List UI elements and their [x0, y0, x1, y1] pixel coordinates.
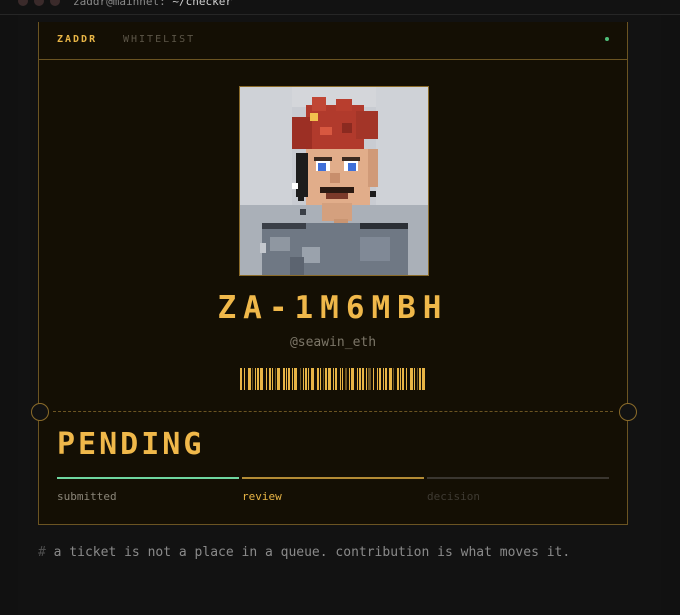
status-dot-icon [605, 37, 609, 41]
perforation-hole-right [619, 403, 637, 421]
step-label-submitted: submitted [57, 490, 117, 503]
ticket-header: ZADDR WHITELIST [39, 22, 627, 60]
close-window-icon[interactable] [18, 0, 28, 6]
progress-step-decision [427, 477, 609, 479]
user-handle: @seawin_eth [289, 335, 377, 350]
barcode-icon [240, 368, 425, 390]
comment-hash: # [38, 545, 46, 560]
footer-quote: # a ticket is not a place in a queue. co… [38, 545, 570, 560]
progress-step-submitted [57, 477, 239, 479]
quote-text: a ticket is not a place in a queue. cont… [45, 545, 571, 560]
status-heading: PENDING [57, 427, 205, 462]
terminal-path: ~/checker [165, 0, 232, 8]
terminal-title: zaddr@mainnet: ~/checker [73, 0, 232, 8]
whitelist-ticket-card: ZADDR WHITELIST ZA-1M6MBH @seawin_eth PE… [31, 22, 637, 525]
section-label: WHITELIST [123, 34, 196, 45]
step-label-review: review [242, 490, 282, 503]
step-label-decision: decision [427, 490, 480, 503]
progress-step-review [242, 477, 424, 479]
minimize-window-icon[interactable] [34, 0, 44, 6]
avatar [239, 86, 429, 276]
brand-label: ZADDR [57, 34, 98, 45]
perforation-hole-left [31, 403, 49, 421]
maximize-window-icon[interactable] [50, 0, 60, 6]
perforation-divider [53, 411, 613, 412]
terminal-user: zaddr@mainnet: [73, 0, 166, 8]
pixel-avatar-image [240, 87, 428, 275]
terminal-title-bar: zaddr@mainnet: ~/checker [0, 0, 680, 15]
ticket-id: ZA-1M6MBH [217, 290, 449, 326]
